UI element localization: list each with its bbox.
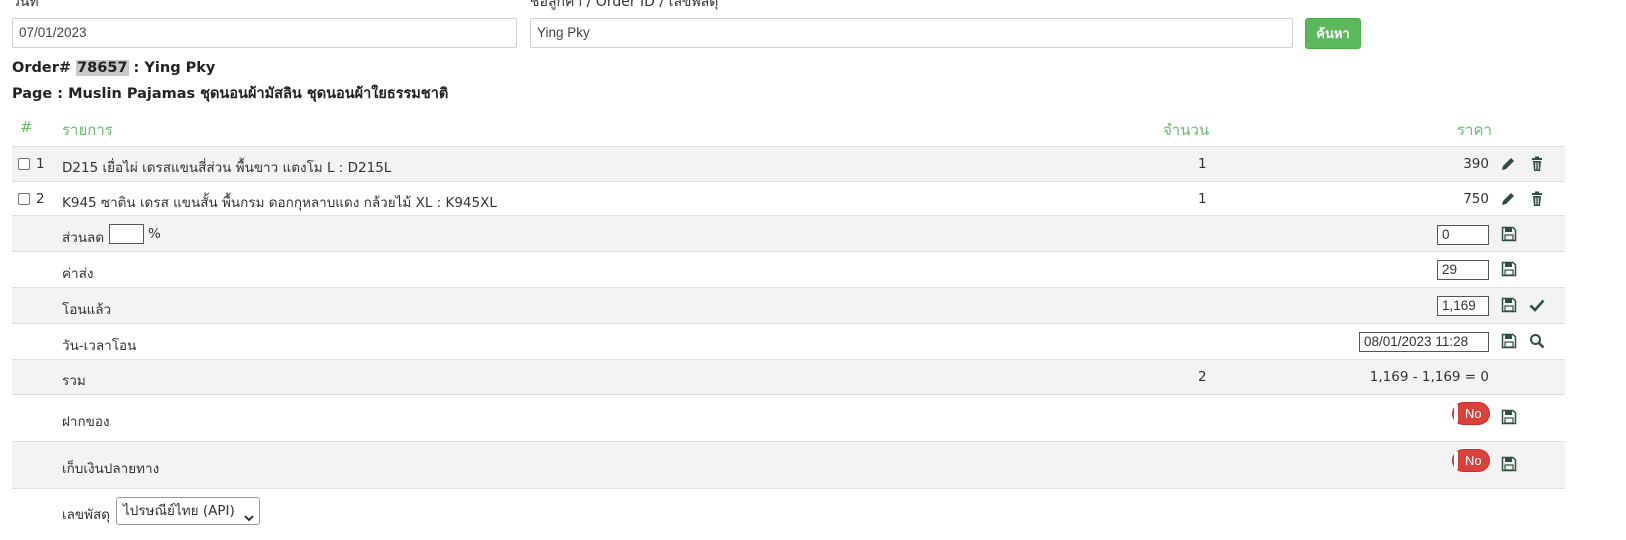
item-name: D215 เยื่อไผ่ เดรสแขนสี่ส่วน พื้นขาว แตง… (62, 160, 392, 176)
query-label: ชื่อลูกค้า / Order ID / เลขพัสดุ (530, 0, 719, 10)
discount-percent-input[interactable] (109, 224, 144, 244)
carrier-select[interactable]: ไปรษณีย์ไทย (API) (116, 497, 260, 525)
item-price: 390 (1463, 156, 1489, 172)
save-icon[interactable] (1501, 261, 1517, 277)
transfer-time-label: วัน-เวลาโอน (62, 338, 137, 354)
toggle-knob (1454, 404, 1458, 423)
row-number: 1 (36, 156, 45, 172)
discount-row: ส่วนลด % 0 (12, 215, 1565, 251)
deposit-label: ฝากของ (62, 414, 110, 430)
carrier-selected: ไปรษณีย์ไทย (API) (123, 503, 235, 519)
search-icon[interactable] (1529, 333, 1545, 349)
toggle-label: No (1465, 406, 1482, 421)
item-price: 750 (1463, 191, 1489, 207)
total-label: รวม (62, 373, 86, 389)
header-item: รายการ (62, 121, 113, 139)
item-qty: 1 (1198, 156, 1207, 172)
save-icon[interactable] (1501, 456, 1517, 472)
table-header: # รายการ จำนวน ราคา (12, 112, 1565, 142)
edit-icon[interactable] (1500, 191, 1516, 207)
shipping-label: ค่าส่ง (62, 266, 94, 282)
save-icon[interactable] (1501, 297, 1517, 313)
total-row: รวม 2 1,169 - 1,169 = 0 (12, 359, 1565, 394)
transfer-time-row: วัน-เวลาโอน 08/01/2023 11:28 (12, 323, 1565, 359)
table-row: 1 D215 เยื่อไผ่ เดรสแขนสี่ส่วน พื้นขาว แ… (12, 146, 1565, 181)
row-number: 2 (36, 191, 45, 207)
header-price: ราคา (1457, 121, 1492, 139)
tracking-row: เลขพัสดุ ไปรษณีย์ไทย (API) (12, 488, 1565, 540)
order-customer: : Ying Pky (128, 60, 216, 76)
deposit-row: ฝากของ No (12, 394, 1565, 441)
save-icon[interactable] (1501, 409, 1517, 425)
order-page-line: Page : Muslin Pajamas ชุดนอนผ้ามัสลิน ชุ… (12, 86, 449, 102)
header-qty: จำนวน (1163, 121, 1210, 139)
order-id: 78657 (76, 60, 129, 76)
check-icon[interactable] (1529, 297, 1545, 313)
date-label: วันที่ (12, 0, 39, 10)
header-index: # (20, 118, 33, 136)
cod-toggle[interactable]: No (1452, 449, 1490, 472)
row-checkbox[interactable] (18, 158, 30, 170)
date-input[interactable]: 07/01/2023 (12, 18, 517, 48)
chevron-down-icon (244, 506, 254, 522)
discount-input[interactable]: 0 (1437, 225, 1489, 245)
cod-label: เก็บเงินปลายทาง (62, 461, 160, 477)
edit-icon[interactable] (1500, 156, 1516, 172)
item-name: K945 ซาติน เดรส แขนสั้น พื้นกรม ดอกกุหลา… (62, 195, 497, 211)
delete-icon[interactable] (1529, 191, 1545, 207)
cod-row: เก็บเงินปลายทาง No (12, 441, 1565, 488)
toggle-label: No (1465, 453, 1482, 468)
total-summary: 1,169 - 1,169 = 0 (1369, 369, 1489, 385)
tracking-label: เลขพัสดุ (62, 507, 111, 523)
search-button[interactable]: ค้นหา (1305, 18, 1361, 49)
discount-label: ส่วนลด (62, 230, 105, 246)
row-checkbox[interactable] (18, 193, 30, 205)
table-row: 2 K945 ซาติน เดรส แขนสั้น พื้นกรม ดอกกุห… (12, 181, 1565, 215)
paid-label: โอนแล้ว (62, 302, 112, 318)
order-title: Order# 78657 : Ying Pky (12, 60, 215, 76)
save-icon[interactable] (1501, 226, 1517, 242)
order-prefix: Order# (12, 60, 77, 76)
percent-sign: % (148, 226, 161, 242)
deposit-toggle[interactable]: No (1452, 402, 1490, 425)
paid-input[interactable]: 1,169 (1437, 296, 1489, 316)
delete-icon[interactable] (1529, 156, 1545, 172)
item-qty: 1 (1198, 191, 1207, 207)
shipping-input[interactable]: 29 (1437, 260, 1489, 280)
save-icon[interactable] (1501, 333, 1517, 349)
paid-row: โอนแล้ว 1,169 (12, 287, 1565, 323)
search-input[interactable]: Ying Pky (530, 18, 1293, 48)
total-qty: 2 (1198, 369, 1207, 385)
toggle-knob (1454, 451, 1458, 470)
transfer-time-input[interactable]: 08/01/2023 11:28 (1359, 332, 1489, 352)
shipping-row: ค่าส่ง 29 (12, 251, 1565, 287)
